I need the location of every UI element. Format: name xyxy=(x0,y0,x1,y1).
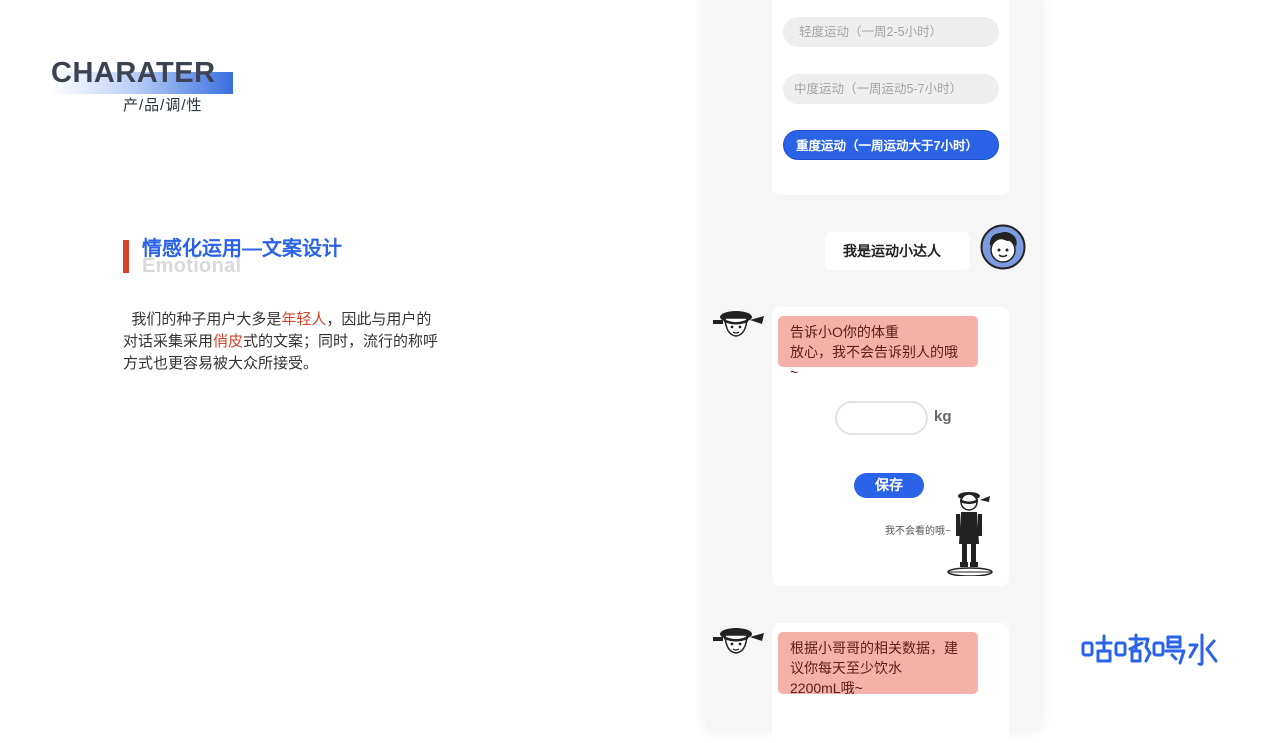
bot-bubble-advice: 根据小哥哥的相关数据，建 议你每天至少饮水 2200mL哦~ xyxy=(778,632,978,696)
girl-on-scale-icon xyxy=(947,492,993,576)
option-light-exercise[interactable]: 轻度运动（一周2-5小时） xyxy=(783,17,999,47)
bot-bubble-advice-line1: 根据小哥哥的相关数据，建 xyxy=(790,640,958,656)
section-accent-bar xyxy=(123,240,129,273)
intro-text-1: 我们的种子用户大多是 xyxy=(131,311,282,328)
girl-avatar-icon xyxy=(713,628,764,654)
bot-bubble-weight-line2: 放心，我不会告诉别人的哦~ xyxy=(790,344,958,380)
intro-paragraph: 我们的种子用户大多是年轻人，因此与用户的对话采集采用俏皮式的文案；同时，流行的称… xyxy=(123,309,443,375)
option-moderate-exercise[interactable]: 中度运动（一周运动5-7小时） xyxy=(783,74,999,104)
save-button[interactable]: 保存 xyxy=(854,473,924,498)
boy-avatar-icon xyxy=(980,224,1026,270)
weight-unit-label: kg xyxy=(934,408,952,425)
option-heavy-exercise[interactable]: 重度运动（一周运动大于7小时） xyxy=(783,130,999,160)
brand-block: CHARATER 产/品/调/性 xyxy=(50,56,250,120)
section-heading: Emotional 情感化运用—文案设计 xyxy=(123,236,423,280)
activity-options-card: 轻度运动（一周2-5小时） 中度运动（一周运动5-7小时） 重度运动（一周运动大… xyxy=(772,0,1009,195)
girl-avatar-icon xyxy=(713,311,764,337)
bot-bubble-weight-line1: 告诉小O你的体重 xyxy=(790,324,899,340)
bot-bubble-advice-line3: 2200mL哦~ xyxy=(790,680,863,696)
section-title: 情感化运用—文案设计 xyxy=(142,238,342,260)
bot-bubble-weight: 告诉小O你的体重 放心，我不会告诉别人的哦~ xyxy=(778,316,978,380)
intro-highlight-young: 年轻人 xyxy=(281,311,327,328)
app-logo xyxy=(1081,633,1218,666)
phone-mockup: 轻度运动（一周2-5小时） 中度运动（一周运动5-7小时） 重度运动（一周运动大… xyxy=(706,0,1040,743)
bot-bubble-advice-line2: 议你每天至少饮水 xyxy=(790,660,902,676)
brand-subtitle: 产/品/调/性 xyxy=(123,97,203,114)
weight-input[interactable] xyxy=(835,401,928,435)
brand-title: CHARATER xyxy=(51,57,216,89)
user-reply-bubble: 我是运动小达人 xyxy=(825,232,970,270)
whisper-text: 我不会看的哦~ xyxy=(885,526,951,537)
intro-highlight-playful: 俏皮 xyxy=(213,333,244,350)
